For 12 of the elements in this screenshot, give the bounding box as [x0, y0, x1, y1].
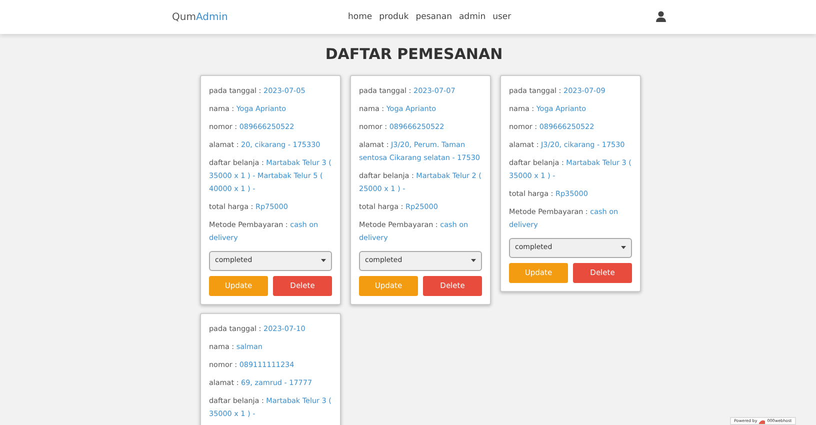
nav-link[interactable]: home [348, 10, 372, 24]
nav-link[interactable]: user [492, 10, 512, 24]
page-title: DAFTAR PEMESANAN [324, 44, 504, 65]
nav-link[interactable]: produk [379, 10, 409, 24]
user-icon[interactable] [656, 11, 666, 22]
chevron-icon [321, 259, 326, 262]
brand-logo[interactable]: QumAdmin [172, 10, 228, 24]
nav-link[interactable]: admin [458, 10, 486, 24]
chevron-icon [621, 246, 626, 249]
nav-link[interactable]: pesanan [416, 10, 452, 24]
chevron-icon [471, 259, 476, 262]
logo-icon [759, 418, 766, 424]
